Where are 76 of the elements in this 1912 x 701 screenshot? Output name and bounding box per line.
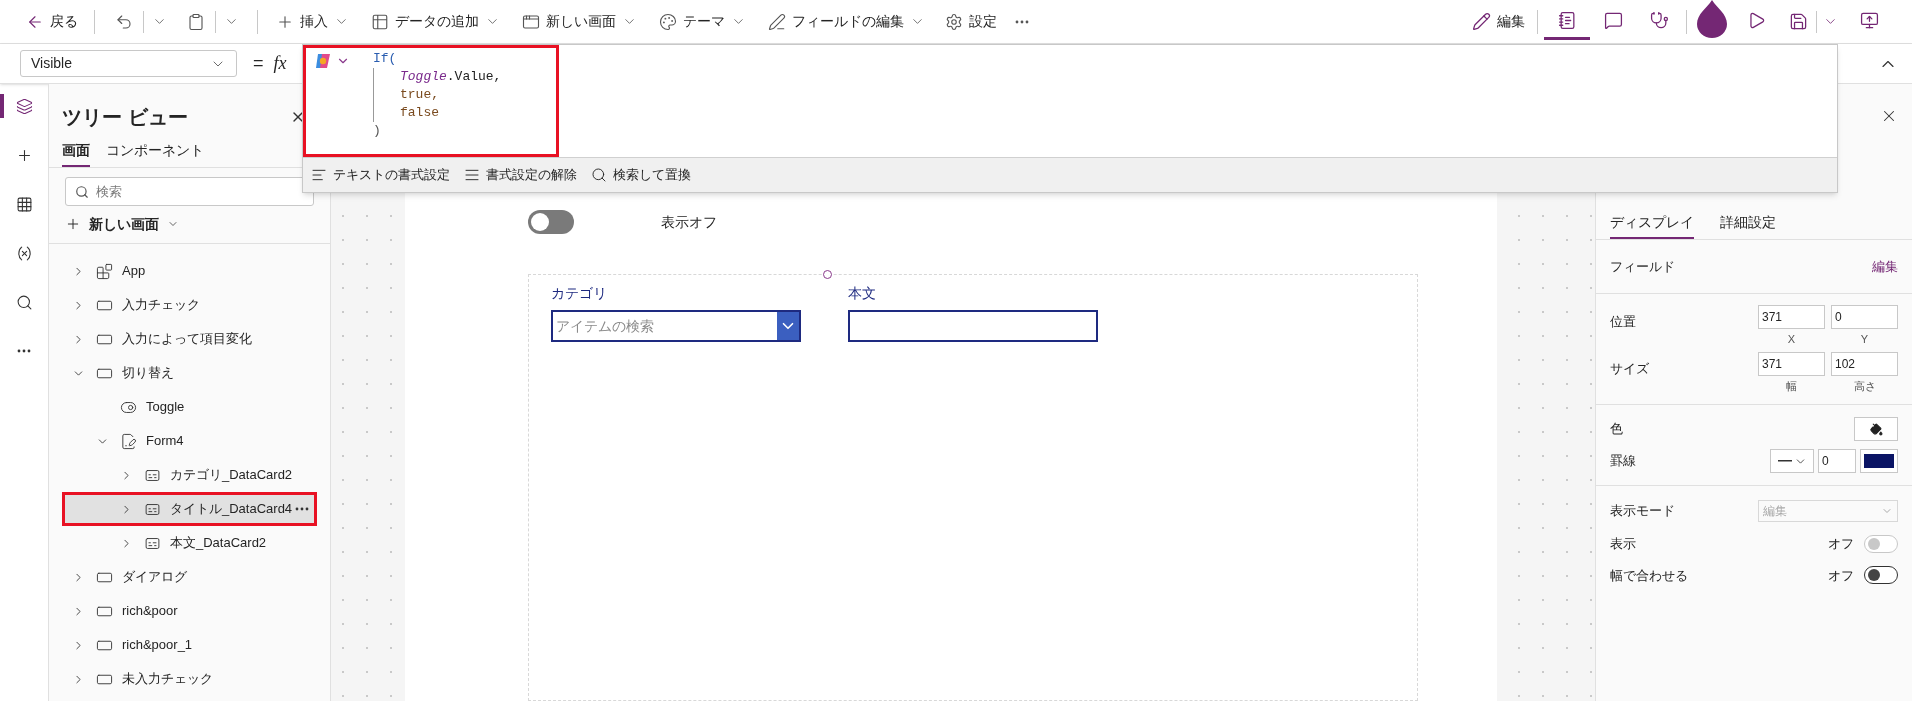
property-label: サイズ xyxy=(1610,359,1649,378)
code-line: true, xyxy=(400,86,440,104)
tree-item[interactable]: タイトル_DataCard4 xyxy=(62,492,317,526)
number-field[interactable]: 0 xyxy=(1831,305,1898,329)
tree-label: 入力によって項目変化 xyxy=(122,330,252,349)
panel-tab[interactable]: 画面 xyxy=(62,140,90,167)
tree-item[interactable]: App xyxy=(62,254,317,288)
search-field[interactable]: 検索 xyxy=(65,177,314,206)
fx-label: fx xyxy=(273,52,287,75)
property-label: 色 xyxy=(1610,420,1623,439)
tree-label: Form4 xyxy=(146,432,184,451)
formula-tool-button[interactable]: 検索して置換 xyxy=(591,165,691,185)
number-field[interactable]: 102 xyxy=(1831,351,1898,376)
tree-label: 本文_DataCard2 xyxy=(170,534,267,553)
tree-label: カテゴリ_DataCard2 xyxy=(170,466,293,485)
formula-tool-button[interactable]: 書式設定の解除 xyxy=(464,165,577,185)
code-line: ) xyxy=(373,122,382,140)
tree-item[interactable]: 切り替え xyxy=(62,356,317,390)
property-label: 表示モード xyxy=(1610,502,1675,521)
panel-tab[interactable]: 詳細設定 xyxy=(1720,212,1776,239)
code-line: Toggle.Value, xyxy=(400,68,502,86)
toolbar-menu-button[interactable]: 新しい画面 xyxy=(514,5,645,38)
equals-sign: = xyxy=(253,52,264,75)
tree-label: 切り替え xyxy=(122,364,174,383)
field-label: カテゴリ xyxy=(551,284,608,303)
number-field[interactable]: 371 xyxy=(1758,351,1825,376)
edit-link[interactable]: 編集 xyxy=(1872,256,1898,277)
panel-title: ツリー ビュー xyxy=(62,105,188,130)
panel-tab[interactable]: ディスプレイ xyxy=(1610,212,1694,239)
tree-label: 未入力チェック xyxy=(122,670,213,689)
tree-label: rich&poor xyxy=(122,602,178,621)
tree-label: App xyxy=(122,262,146,281)
property-label: 幅で合わせる xyxy=(1610,566,1688,585)
toolbar-menu-button[interactable]: 挿入 xyxy=(268,5,357,38)
combo-box[interactable]: アイテムの検索 xyxy=(551,310,801,342)
tree-label: タイトル_DataCard4 xyxy=(170,500,293,519)
field-caption: Y xyxy=(1860,332,1869,347)
toggle-label: 表示オフ xyxy=(661,212,717,232)
tree-label: Toggle xyxy=(146,398,185,417)
switch-state: オフ xyxy=(1828,566,1854,585)
tree-item[interactable]: Form4 xyxy=(62,424,317,458)
tree-item[interactable]: rich&poor xyxy=(62,594,317,628)
property-dropdown[interactable]: Visible xyxy=(20,50,237,77)
property-label: 罫線 xyxy=(1610,452,1636,471)
tree-label: ダイアログ xyxy=(122,568,187,587)
toolbar-menu-button[interactable]: テーマ xyxy=(651,5,754,38)
field-caption: 高さ xyxy=(1853,378,1876,394)
tree-item[interactable]: ダイアログ xyxy=(62,560,317,594)
field-label: 本文 xyxy=(848,284,877,303)
tree-item[interactable]: 未入力チェック xyxy=(62,662,317,696)
field-caption: X xyxy=(1787,332,1796,347)
tree-item[interactable]: 本文_DataCard2 xyxy=(62,526,317,560)
edit-button[interactable]: 編集 xyxy=(1466,5,1531,38)
property-label: 位置 xyxy=(1610,313,1636,331)
tree-item[interactable]: rich&poor_1 xyxy=(62,628,317,662)
number-field[interactable]: 0 xyxy=(1818,449,1856,473)
tree-item[interactable]: Toggle xyxy=(62,390,317,424)
toolbar-menu-button[interactable]: データの追加 xyxy=(363,5,508,38)
toolbar-button[interactable]: 戻る xyxy=(20,5,84,38)
property-label: フィールド xyxy=(1610,257,1675,276)
field-caption: 幅 xyxy=(1786,378,1797,394)
tree-label: rich&poor_1 xyxy=(122,636,193,655)
toolbar-menu-button[interactable]: フィールドの編集 xyxy=(760,5,933,38)
formula-tool-button[interactable]: テキストの書式設定 xyxy=(311,165,450,185)
tree-label: 入力チェック xyxy=(122,296,200,315)
toolbar-button[interactable]: 設定 xyxy=(939,5,1003,38)
code-line: false xyxy=(400,104,440,122)
panel-tab[interactable]: コンポーネント xyxy=(106,140,204,167)
tree-item[interactable]: 入力チェック xyxy=(62,288,317,322)
switch-state: オフ xyxy=(1828,535,1854,553)
tree-item[interactable]: カテゴリ_DataCard2 xyxy=(62,458,317,492)
number-field[interactable]: 371 xyxy=(1758,305,1825,329)
property-label: 表示 xyxy=(1610,535,1636,553)
code-line: If( xyxy=(373,50,398,68)
new-screen-button[interactable]: 新しい画面 xyxy=(65,211,314,237)
tree-item[interactable]: 入力によって項目変化 xyxy=(62,322,317,356)
